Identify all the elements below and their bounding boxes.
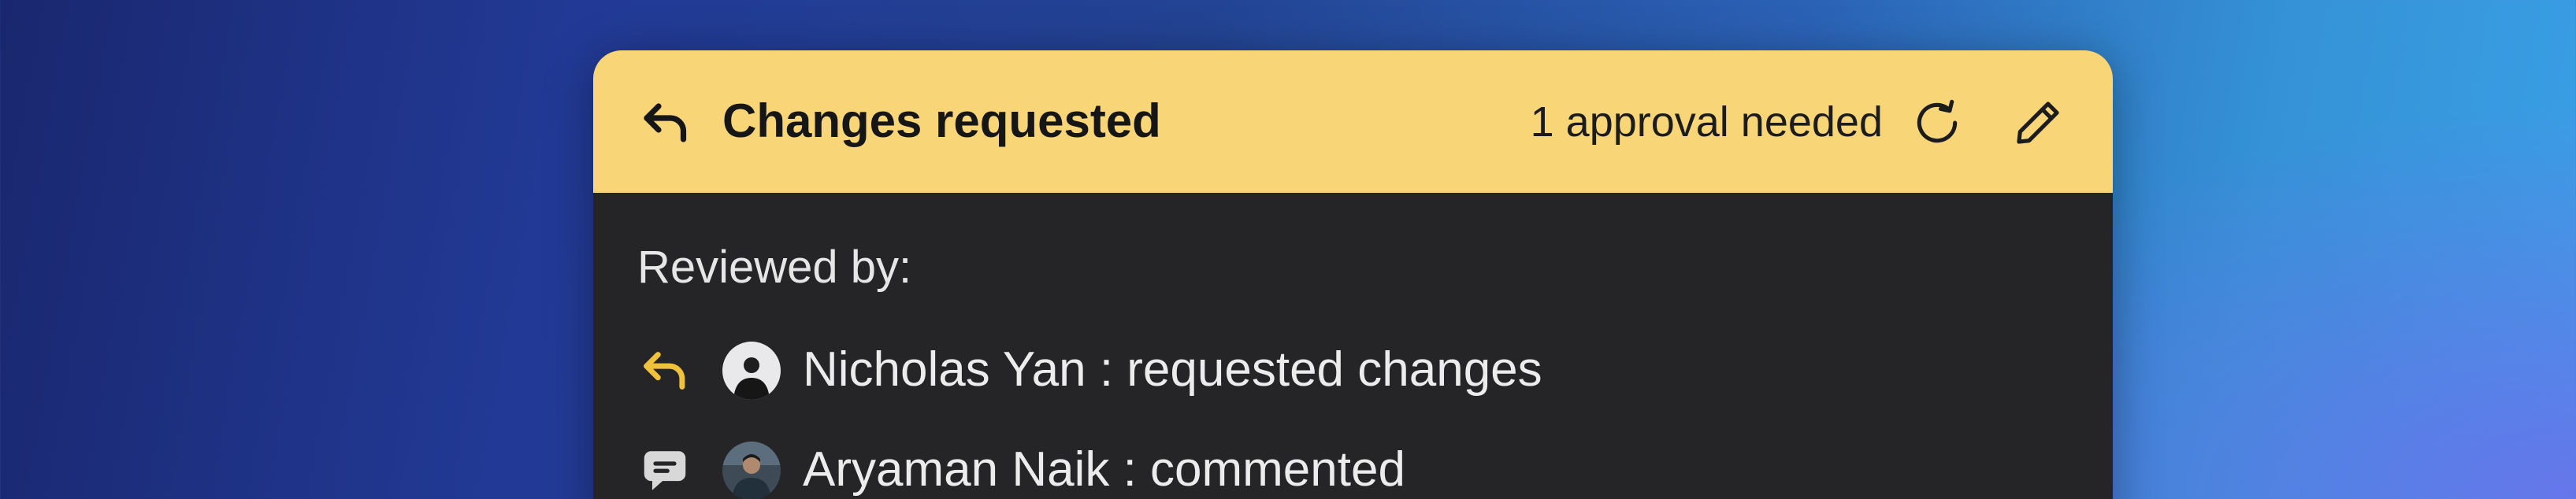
- refresh-icon[interactable]: [1910, 96, 1964, 150]
- approval-needed-text: 1 approval needed: [1530, 98, 1883, 146]
- reviewer-status-text: Aryaman Naik : commented: [803, 442, 1405, 497]
- avatar[interactable]: [722, 342, 781, 400]
- reply-arrow-icon: [644, 352, 685, 390]
- reviewer-row: Nicholas Yan : requested changes: [637, 335, 2055, 406]
- review-status-title: Changes requested: [722, 94, 1161, 147]
- reviewed-by-label: Reviewed by:: [637, 242, 912, 293]
- review-status-card: Changes requested 1 approval needed Revi…: [593, 50, 2113, 499]
- reviewer-status-text: Nicholas Yan : requested changes: [803, 342, 1542, 397]
- review-status-header: Changes requested 1 approval needed: [593, 50, 2113, 193]
- comment-icon: [644, 451, 686, 490]
- reply-arrow-icon: [644, 103, 687, 142]
- reviewer-row: Aryaman Naik : commented: [637, 435, 2055, 499]
- person-photo-icon: [722, 442, 781, 499]
- person-photo-icon: [722, 342, 781, 400]
- pencil-icon[interactable]: [2011, 96, 2065, 150]
- avatar[interactable]: [722, 442, 781, 499]
